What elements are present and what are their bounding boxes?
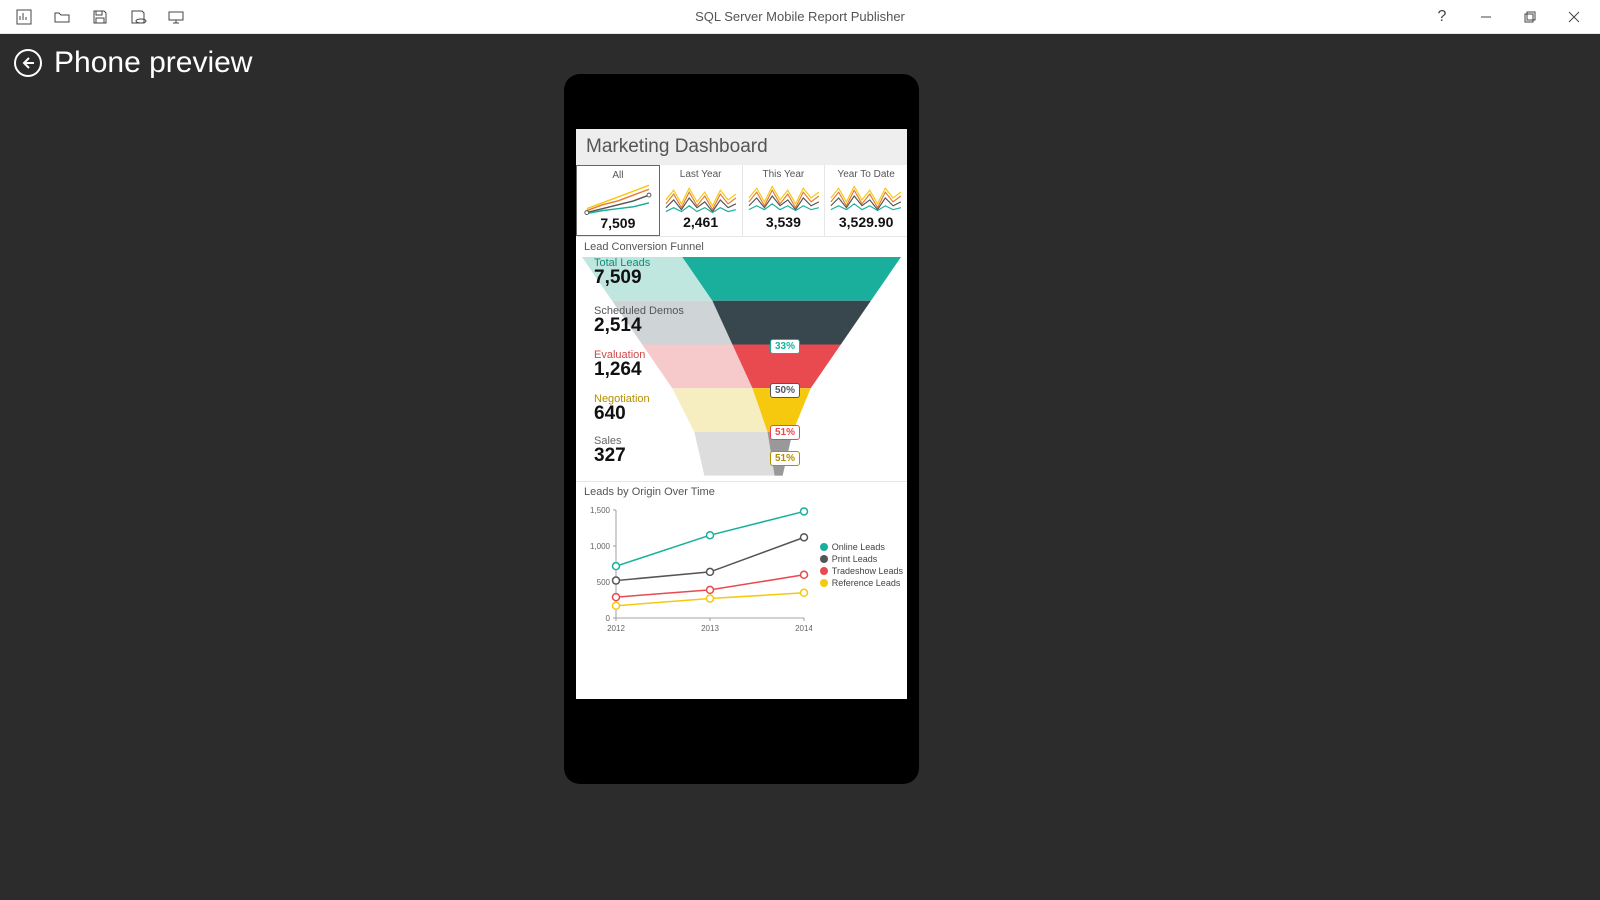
phone-screen: Marketing Dashboard All 7,509 [576,129,907,699]
funnel-pct-badge: 33% [770,339,800,354]
new-report-icon[interactable] [14,7,34,27]
kpi-label: Year To Date [837,169,894,180]
kpi-all[interactable]: All 7,509 [576,165,660,236]
open-icon[interactable] [52,7,72,27]
dashboard-title: Marketing Dashboard [576,129,907,165]
legend-dot-icon [820,543,828,551]
funnel-labels: Total Leads 7,509 Scheduled Demos 2,514 … [594,257,684,475]
funnel-stage-value: 2,514 [594,315,684,337]
save-icon[interactable] [90,7,110,27]
svg-text:500: 500 [597,578,611,587]
svg-text:2013: 2013 [701,624,719,633]
back-button[interactable] [14,49,42,77]
kpi-last-year[interactable]: Last Year 2,461 [660,165,743,236]
svg-text:2014: 2014 [795,624,812,633]
svg-text:1,000: 1,000 [590,542,611,551]
legend-label: Print Leads [832,554,878,564]
legend-label: Tradeshow Leads [832,566,903,576]
titlebar: SQL Server Mobile Report Publisher ? [0,0,1600,34]
close-button[interactable] [1554,3,1594,31]
funnel-stage-value: 1,264 [594,359,684,381]
help-button[interactable]: ? [1422,3,1462,31]
connect-icon[interactable] [166,7,186,27]
kpi-label: Last Year [680,169,722,180]
legend-dot-icon [820,579,828,587]
line-chart-title: Leads by Origin Over Time [582,482,901,500]
kpi-this-year[interactable]: This Year 3,539 [743,165,826,236]
funnel-chart[interactable]: Total Leads 7,509 Scheduled Demos 2,514 … [582,257,901,475]
line-chart-plot-icon: 0 500 1,000 1,500 2012 2013 2014 [582,500,812,640]
kpi-value: 2,461 [683,214,718,230]
funnel-stage: Evaluation 1,264 [594,349,684,393]
kpi-ytd[interactable]: Year To Date 3,529.90 [825,165,907,236]
toolbar-left [0,7,186,27]
minimize-button[interactable] [1466,3,1506,31]
page-title-row: Phone preview [14,46,252,80]
legend-label: Online Leads [832,542,885,552]
legend-item: Tradeshow Leads [820,566,903,576]
svg-text:1,500: 1,500 [590,506,611,515]
maximize-button[interactable] [1510,3,1550,31]
line-chart-legend: Online Leads Print Leads Tradeshow Leads… [820,542,903,590]
funnel-stage-value: 327 [594,445,684,467]
funnel-stage: Total Leads 7,509 [594,257,684,305]
legend-dot-icon [820,567,828,575]
kpi-value: 3,529.90 [839,214,894,230]
sparkline-icon [745,180,823,214]
line-chart[interactable]: Leads by Origin Over Time 0 500 1,000 1,500… [576,481,907,641]
funnel-stage: Scheduled Demos 2,514 [594,305,684,349]
legend-label: Reference Leads [832,578,901,588]
page-title: Phone preview [54,46,252,80]
kpi-label: All [612,170,623,181]
svg-text:2012: 2012 [607,624,625,633]
phone-device: Marketing Dashboard All 7,509 [564,74,919,784]
legend-item: Online Leads [820,542,903,552]
app-title: SQL Server Mobile Report Publisher [695,9,905,24]
legend-item: Reference Leads [820,578,903,588]
funnel-stage: Sales 327 [594,435,684,475]
save-server-icon[interactable] [128,7,148,27]
funnel-pct-badge: 51% [770,451,800,466]
funnel-stage-value: 7,509 [594,267,684,289]
funnel-pct-badge: 50% [770,383,800,398]
stage: Phone preview Marketing Dashboard All [0,34,1600,900]
funnel-stage: Negotiation 640 [594,393,684,435]
funnel-title: Lead Conversion Funnel [576,237,907,255]
funnel-stage-value: 640 [594,403,684,425]
kpi-value: 3,539 [766,214,801,230]
kpi-value: 7,509 [600,215,635,231]
funnel-pct-badge: 51% [770,425,800,440]
svg-text:0: 0 [606,614,611,623]
window-controls: ? [1422,3,1594,31]
kpi-row: All 7,509 Last Year [576,165,907,237]
legend-dot-icon [820,555,828,563]
sparkline-icon [827,180,905,214]
sparkline-icon [579,181,657,215]
kpi-label: This Year [763,169,805,180]
legend-item: Print Leads [820,554,903,564]
sparkline-icon [662,180,740,214]
